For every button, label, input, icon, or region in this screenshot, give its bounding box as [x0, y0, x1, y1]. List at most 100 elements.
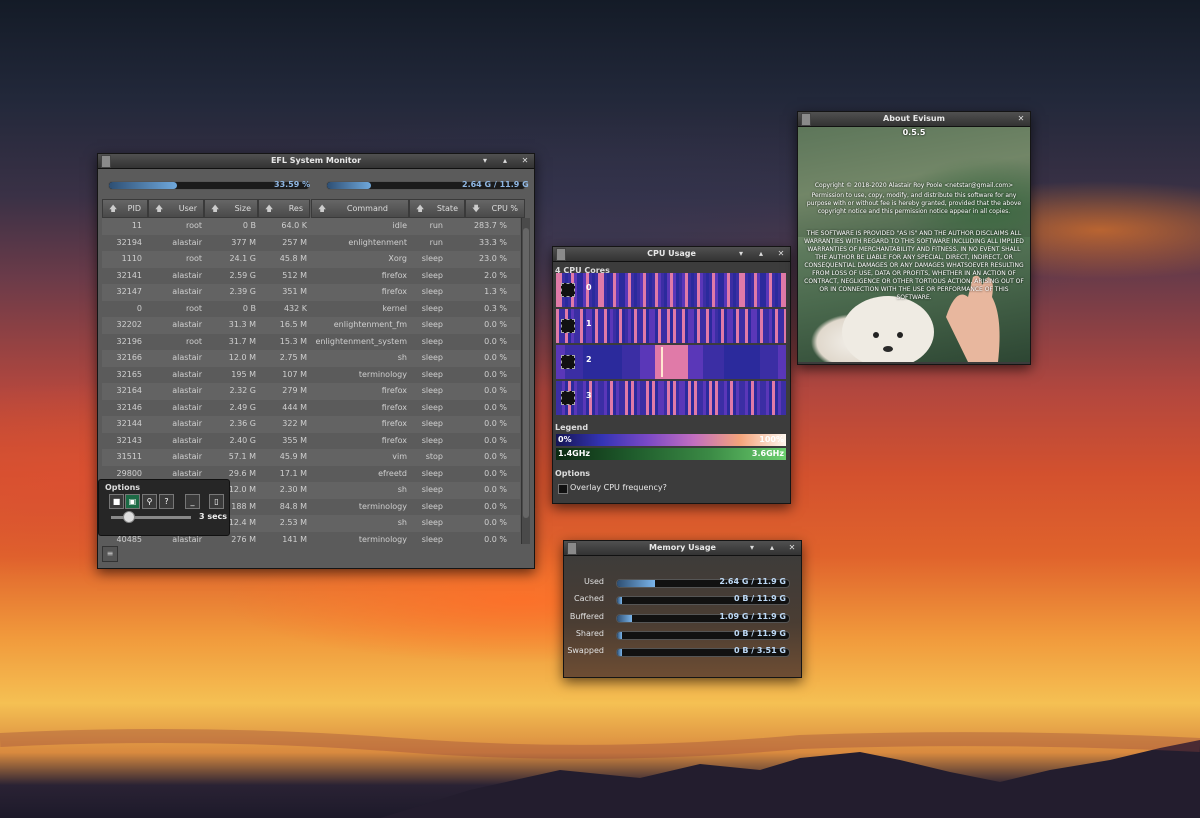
- table-cell: 45.8 M: [279, 254, 307, 263]
- table-cell: sleep: [421, 386, 443, 395]
- table-row[interactable]: 32164 alastair 2.32 G 279 M firefox sleep 0.0 …: [102, 383, 520, 400]
- table-cell: 15.3 M: [279, 336, 307, 346]
- table-cell: alastair: [172, 320, 202, 329]
- table-cell: 0.0 %: [484, 501, 507, 511]
- table-row[interactable]: 32202 alastair 31.3 M 16.5 M enlightenment_f…: [102, 317, 520, 334]
- table-row[interactable]: 32196 root 31.7 M 15.3 M enlightenment_syste…: [102, 334, 520, 351]
- close-icon[interactable]: ✕: [787, 541, 797, 555]
- table-cell: 257 M: [282, 237, 307, 247]
- usage-legend-bar: 0% 100%: [556, 434, 786, 446]
- table-cell: efreetd: [378, 468, 407, 478]
- column-state[interactable]: 🡅 State: [409, 199, 465, 218]
- close-icon[interactable]: ✕: [1016, 112, 1026, 126]
- table-cell: enlightenment_fm: [333, 320, 407, 329]
- table-cell: alastair: [172, 369, 202, 379]
- table-row[interactable]: 32143 alastair 2.40 G 355 M firefox sleep 0.0 …: [102, 433, 520, 450]
- table-cell: enlightenment: [348, 237, 407, 247]
- table-cell: 0.0 %: [484, 386, 507, 395]
- column-res[interactable]: 🡅 Res: [258, 199, 310, 218]
- memory-usage-titlebar[interactable]: Memory Usage ▾ ▴ ✕: [564, 541, 801, 556]
- core-number: 2: [586, 355, 592, 364]
- table-row[interactable]: 11 root 0 B 64.0 K idle run 283.7 %: [102, 218, 520, 235]
- menu-icon[interactable]: ▾: [480, 154, 490, 168]
- cpu-usage-titlebar[interactable]: CPU Usage ▾ ▴ ✕: [553, 247, 790, 262]
- maximize-icon[interactable]: ▴: [767, 541, 777, 555]
- table-cell: 444 M: [282, 402, 307, 412]
- table-row[interactable]: 32146 alastair 2.49 G 444 M firefox sleep 0.0 …: [102, 400, 520, 417]
- about-titlebar[interactable]: About Evisum ✕: [798, 112, 1030, 127]
- table-row[interactable]: 31511 alastair 57.1 M 45.9 M vim stop 0.0 %: [102, 449, 520, 466]
- table-cell: stop: [425, 452, 443, 461]
- table-cell: 2.30 M: [279, 485, 307, 494]
- table-cell: 512 M: [282, 270, 307, 280]
- table-cell: firefox: [381, 386, 407, 395]
- table-cell: 0.0 %: [484, 369, 507, 379]
- menu-button[interactable]: ≡: [102, 546, 118, 562]
- process-list-scrollbar[interactable]: [521, 218, 530, 544]
- menu-icon[interactable]: ▾: [736, 247, 746, 261]
- column-cpu[interactable]: 🡇 CPU %: [465, 199, 525, 218]
- table-cell: 276 M: [231, 534, 256, 544]
- table-cell: 2.32 G: [229, 386, 256, 395]
- table-cell: 2.53 M: [279, 518, 307, 527]
- table-row[interactable]: 32194 alastair 377 M 257 M enlightenment run 3…: [102, 235, 520, 252]
- table-cell: sleep: [421, 402, 443, 412]
- system-monitor-titlebar[interactable]: EFL System Monitor ▾ ▴ ✕: [98, 154, 534, 169]
- table-cell: 2.40 G: [229, 435, 256, 445]
- table-row[interactable]: 32165 alastair 195 M 107 M terminology sleep 0…: [102, 367, 520, 384]
- table-cell: 0 B: [242, 303, 256, 313]
- interval-slider-knob[interactable]: [123, 511, 135, 523]
- stop-button[interactable]: ■: [109, 494, 124, 509]
- scrollbar-thumb[interactable]: [523, 228, 529, 518]
- close-icon[interactable]: ✕: [776, 247, 786, 261]
- table-cell: sh: [397, 518, 407, 527]
- table-row[interactable]: 0 root 0 B 432 K kernel sleep 0.3 %: [102, 301, 520, 318]
- column-size[interactable]: 🡅 Size: [204, 199, 258, 218]
- column-command[interactable]: 🡅 Command: [311, 199, 409, 218]
- app-icon: [101, 155, 111, 168]
- about-disclaimer: THE SOFTWARE IS PROVIDED "AS IS" AND THE…: [804, 230, 1024, 301]
- table-row[interactable]: 32144 alastair 2.36 G 322 M firefox sleep 0.0 …: [102, 416, 520, 433]
- memory-value: 2.64 G / 11.9 G: [719, 577, 786, 586]
- cpu-chip-icon: [561, 283, 575, 297]
- legend-label: Legend: [555, 423, 589, 432]
- search-button[interactable]: ⚲: [142, 494, 157, 509]
- memory-value: 0 B / 11.9 G: [733, 594, 786, 604]
- menu-icon[interactable]: ▾: [747, 541, 757, 555]
- column-pid[interactable]: 🡅 PID: [102, 199, 148, 218]
- monitor-button[interactable]: ▣: [125, 494, 140, 509]
- overlay-label: Overlay CPU frequency?: [570, 483, 667, 492]
- table-cell: 33.3 %: [479, 237, 507, 247]
- table-cell: 107 M: [282, 369, 307, 379]
- cpu-options-label: Options: [555, 469, 591, 478]
- table-row[interactable]: 32166 alastair 12.0 M 2.75 M sh sleep 0.0 %: [102, 350, 520, 367]
- table-cell: 17.1 M: [279, 468, 307, 478]
- close-icon[interactable]: ✕: [520, 154, 530, 168]
- maximize-icon[interactable]: ▴: [500, 154, 510, 168]
- about-copyright: Copyright © 2018-2020 Alastair Roy Poole…: [814, 182, 1014, 189]
- table-cell: 31.3 M: [228, 320, 256, 329]
- sort-down-icon: 🡇: [472, 204, 481, 213]
- maximize-icon[interactable]: ▴: [756, 247, 766, 261]
- table-row[interactable]: 32147 alastair 2.39 G 351 M firefox sleep 1.3 …: [102, 284, 520, 301]
- memory-row-cached: Cached 0 B / 11.9 G: [564, 594, 800, 610]
- table-cell: sleep: [421, 369, 443, 379]
- table-row[interactable]: 1110 root 24.1 G 45.8 M Xorg sleep 23.0 %: [102, 251, 520, 268]
- cpu-chip-icon: [561, 355, 575, 369]
- table-cell: 32144: [116, 419, 142, 428]
- table-cell: terminology: [358, 501, 407, 511]
- column-user[interactable]: 🡅 User: [148, 199, 204, 218]
- memory-row-used: Used 2.64 G / 11.9 G: [564, 577, 800, 593]
- overlay-checkbox[interactable]: [558, 484, 568, 494]
- memory-label: Used: [583, 577, 604, 586]
- battery-button[interactable]: ▯: [209, 494, 224, 509]
- line-tool-button[interactable]: _: [185, 494, 200, 509]
- window-title: Memory Usage: [649, 543, 716, 552]
- table-cell: 2.0 %: [484, 270, 507, 280]
- memory-bar-fill: [617, 597, 623, 605]
- table-cell: sleep: [421, 303, 443, 313]
- table-row[interactable]: 32141 alastair 2.59 G 512 M firefox sleep 2.0 …: [102, 268, 520, 285]
- help-button[interactable]: ?: [159, 494, 174, 509]
- table-cell: 16.5 M: [279, 320, 307, 329]
- app-icon: [556, 248, 566, 261]
